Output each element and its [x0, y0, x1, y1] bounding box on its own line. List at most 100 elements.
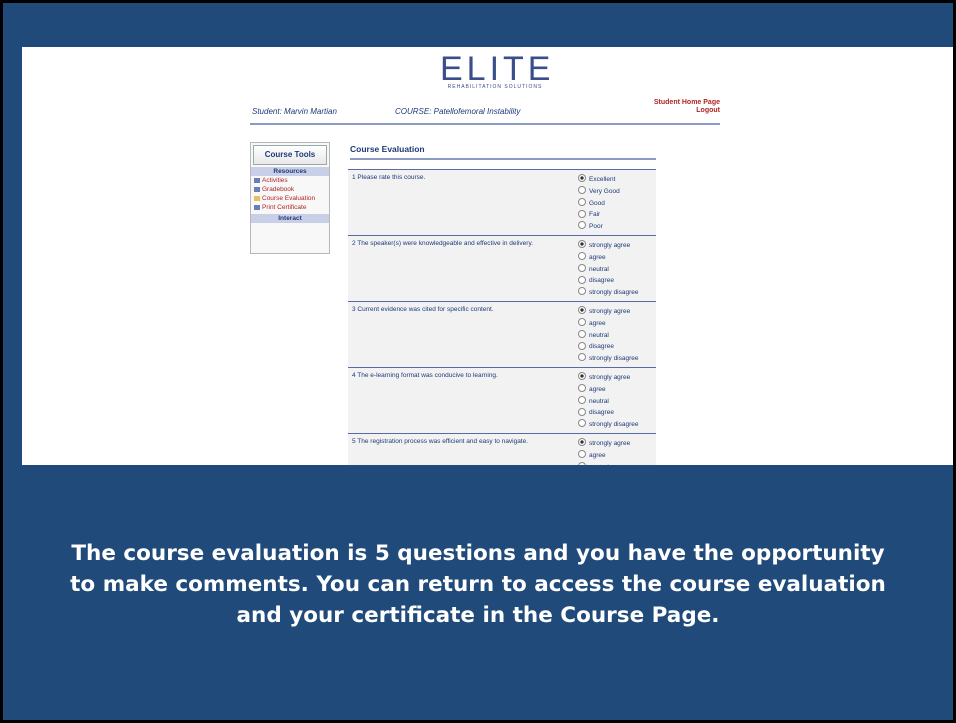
question-text: 4 The e-learning format was conducive to… — [352, 371, 498, 379]
question-row: 1 Please rate this course. Excellent Very … — [348, 169, 656, 235]
radio-option[interactable]: Good — [578, 197, 656, 210]
radio-option[interactable]: agree — [578, 450, 656, 462]
interact-header: Interact — [251, 214, 329, 223]
gradebook-icon — [254, 186, 260, 192]
tools-item-activities[interactable]: Activities — [251, 176, 329, 185]
radio-button[interactable] — [578, 221, 586, 230]
radio-option[interactable]: agree — [578, 252, 656, 264]
radio-option[interactable]: strongly disagree — [578, 353, 656, 365]
course-tools-panel: Course Tools Resources Activities Gradeb… — [250, 142, 330, 254]
radio-label: neutral — [589, 397, 609, 405]
radio-option[interactable]: neutral — [578, 263, 656, 276]
radio-button[interactable] — [578, 419, 586, 428]
radio-button[interactable] — [578, 384, 586, 393]
radio-option[interactable]: Poor — [578, 221, 656, 233]
radio-option[interactable]: strongly disagree — [578, 287, 656, 299]
tools-item-label: Print Certificate — [262, 204, 307, 211]
logout-link[interactable]: Logout — [654, 107, 720, 115]
radio-option[interactable]: neutral — [578, 395, 656, 408]
radio-button[interactable] — [578, 438, 586, 447]
radio-button[interactable] — [578, 318, 586, 327]
student-name: Student: Marvin Martian — [252, 107, 337, 116]
radio-label: Good — [589, 199, 605, 207]
radio-label: neutral — [589, 464, 609, 465]
logo-text: ELITE — [440, 50, 555, 88]
radio-button[interactable] — [578, 287, 586, 296]
info-bar: Student: Marvin Martian COURSE: Patellof… — [250, 99, 720, 125]
radio-button[interactable] — [578, 372, 586, 381]
question-text: 1 Please rate this course. — [352, 174, 426, 181]
radio-option[interactable]: agree — [578, 384, 656, 396]
radio-label: strongly agree — [589, 241, 631, 249]
radio-button[interactable] — [578, 240, 586, 249]
radio-label: neutral — [589, 265, 609, 273]
radio-label: strongly disagree — [589, 355, 639, 363]
radio-option[interactable]: Excellent — [578, 174, 656, 186]
tools-item-label: Course Evaluation — [262, 195, 316, 202]
radio-option[interactable]: Fair — [578, 209, 656, 221]
radio-button[interactable] — [578, 450, 586, 459]
radio-button[interactable] — [578, 306, 586, 315]
student-home-link[interactable]: Student Home Page — [654, 99, 720, 107]
radio-button[interactable] — [578, 353, 586, 362]
radio-option[interactable]: neutral — [578, 329, 656, 342]
activities-icon — [254, 177, 260, 183]
course-tools-button[interactable]: Course Tools — [253, 145, 327, 165]
radio-option[interactable]: strongly agree — [578, 438, 656, 450]
radio-option[interactable]: disagree — [578, 341, 656, 353]
slide-top-band — [3, 3, 953, 47]
radio-option[interactable]: strongly agree — [578, 306, 656, 318]
tools-item-label: Activities — [262, 177, 288, 184]
radio-label: Very Good — [589, 187, 620, 195]
radio-option[interactable]: disagree — [578, 275, 656, 287]
question-options: strongly agree agree neutral disagree strong… — [578, 368, 656, 433]
question-row: 4 The e-learning format was conducive to… — [348, 366, 656, 433]
tools-item-gradebook[interactable]: Gradebook — [251, 185, 329, 194]
radio-label: strongly agree — [589, 373, 631, 381]
radio-option[interactable]: strongly agree — [578, 240, 656, 252]
radio-button[interactable] — [578, 186, 586, 195]
radio-button[interactable] — [578, 252, 586, 261]
radio-option[interactable]: Very Good — [578, 186, 656, 198]
radio-button[interactable] — [578, 329, 586, 338]
radio-option[interactable]: agree — [578, 318, 656, 330]
radio-button[interactable] — [578, 174, 586, 183]
radio-label: Excellent — [589, 176, 616, 183]
radio-button[interactable] — [578, 395, 586, 404]
question-row: 2 The speaker(s) were knowledgeable and … — [348, 234, 656, 301]
radio-label: agree — [589, 253, 606, 261]
radio-label: strongly disagree — [589, 289, 639, 297]
course-name: COURSE: Patellofemoral Instability — [395, 107, 521, 116]
radio-label: disagree — [589, 277, 614, 285]
radio-button[interactable] — [578, 263, 586, 272]
radio-button[interactable] — [578, 461, 586, 465]
radio-option[interactable]: strongly disagree — [578, 419, 656, 431]
print-icon — [254, 204, 260, 210]
radio-button[interactable] — [578, 407, 586, 416]
radio-option[interactable]: disagree — [578, 407, 656, 419]
radio-button[interactable] — [578, 197, 586, 206]
radio-label: agree — [589, 319, 606, 327]
evaluation-title: Course Evaluation — [350, 144, 656, 160]
question-row: 3 Current evidence was cited for specifi… — [348, 300, 656, 367]
resources-header: Resources — [251, 167, 329, 176]
radio-option[interactable]: strongly agree — [578, 372, 656, 384]
tools-item-course-evaluation[interactable]: Course Evaluation — [251, 194, 329, 203]
radio-button[interactable] — [578, 275, 586, 284]
radio-label: agree — [589, 385, 606, 393]
header-links: Student Home Page Logout — [654, 99, 720, 115]
question-options: strongly agree agree neutral disagree strong… — [578, 302, 656, 367]
evaluation-icon — [254, 195, 260, 201]
logo-subtitle: REHABILITATION SOLUTIONS — [447, 84, 543, 90]
radio-label: strongly agree — [589, 439, 631, 447]
question-row: 5 The registration process was efficient… — [348, 432, 656, 465]
tools-item-print-certificate[interactable]: Print Certificate — [251, 203, 329, 212]
question-text: 3 Current evidence was cited for specifi… — [352, 305, 494, 313]
radio-button[interactable] — [578, 209, 586, 218]
radio-option[interactable]: neutral — [578, 461, 656, 465]
question-options: strongly agree agree neutral disagree strong… — [578, 236, 656, 301]
radio-label: disagree — [589, 343, 614, 351]
radio-label: agree — [589, 451, 606, 459]
radio-button[interactable] — [578, 341, 586, 350]
radio-label: Poor — [589, 223, 603, 231]
